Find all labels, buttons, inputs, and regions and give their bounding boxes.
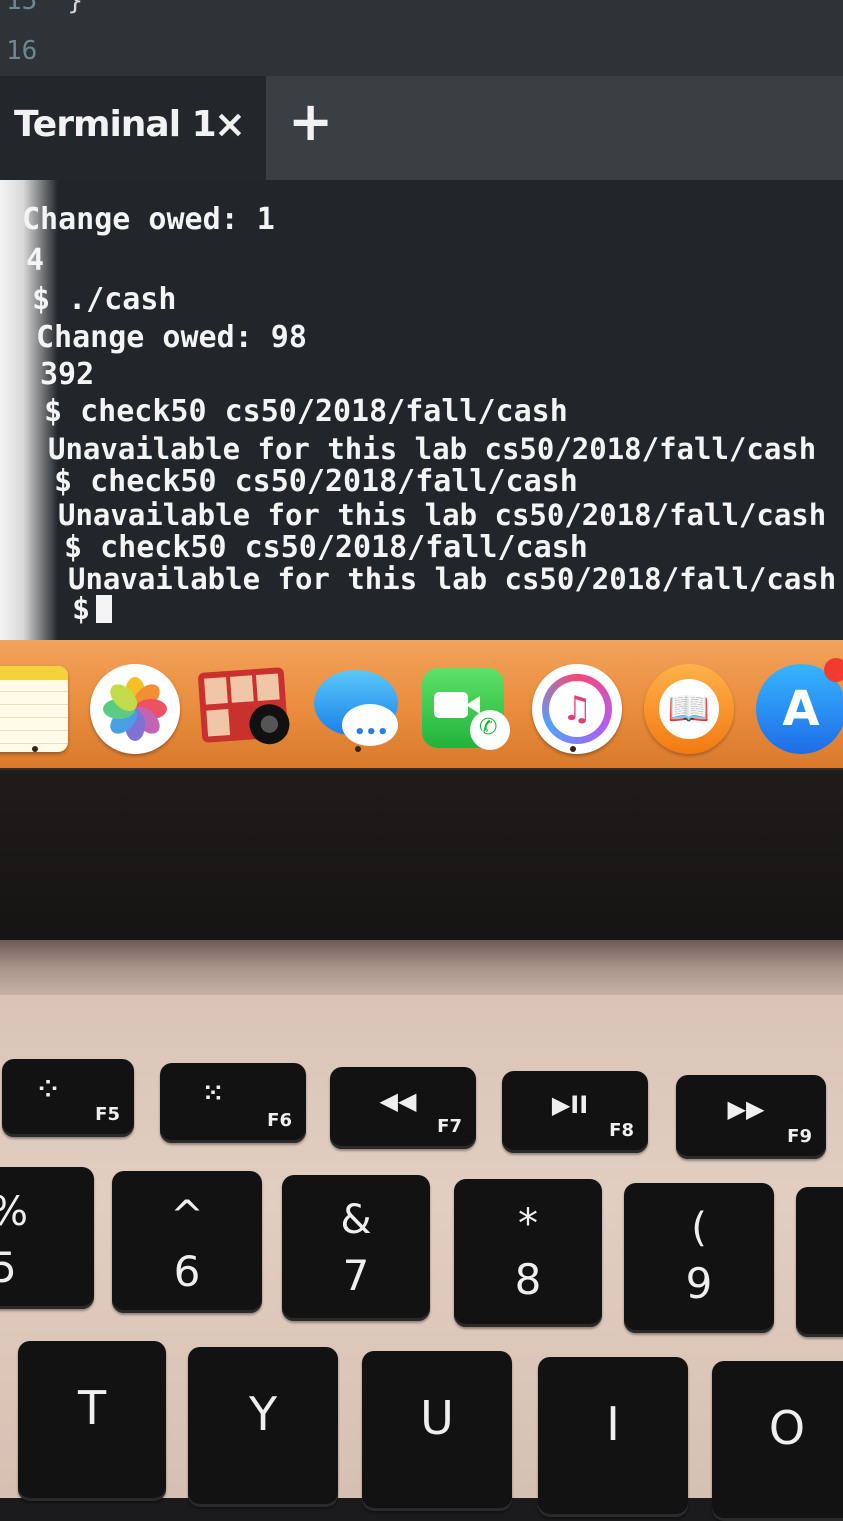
key-0-partial[interactable] <box>796 1187 843 1337</box>
key-number: 9 <box>685 1259 713 1308</box>
key-f8[interactable]: ▶II F8 <box>502 1071 648 1153</box>
photos-flower-icon <box>103 677 167 741</box>
terminal-prompt[interactable]: $ <box>72 592 113 627</box>
key-number: 6 <box>173 1247 201 1296</box>
key-letter: T <box>77 1381 107 1435</box>
key-label: F7 <box>437 1116 462 1137</box>
itunes-icon[interactable]: ♫ <box>532 664 622 754</box>
brightness-down-icon: ⁘ <box>37 1075 59 1103</box>
key-number: 7 <box>342 1251 370 1300</box>
key-9[interactable]: ( 9 <box>624 1183 774 1333</box>
terminal-cursor <box>96 595 113 623</box>
key-letter: O <box>768 1401 806 1455</box>
fast-forward-icon: ▶▶ <box>727 1095 765 1123</box>
key-6[interactable]: ^ 6 <box>112 1171 262 1313</box>
terminal-panel[interactable]: Change owed: 1 4 $ ./cash Change owed: 9… <box>0 180 843 650</box>
key-number: 8 <box>514 1255 542 1304</box>
ibooks-icon[interactable]: 📖 <box>644 664 734 754</box>
key-letter: U <box>420 1391 454 1445</box>
key-label: F9 <box>787 1126 812 1147</box>
editor-line-16: 16 <box>6 36 38 66</box>
notes-icon[interactable] <box>0 666 68 752</box>
terminal-line: Change owed: 1 <box>22 202 275 237</box>
code-editor-strip: 15} 16 <box>0 0 843 78</box>
key-t[interactable]: T <box>18 1341 166 1501</box>
laptop-bezel <box>0 770 843 950</box>
terminal-line: $ check50 cs50/2018/fall/cash <box>44 394 568 429</box>
key-label: F8 <box>609 1120 634 1141</box>
photo-booth-icon[interactable] <box>197 667 291 746</box>
key-8[interactable]: * 8 <box>454 1179 602 1327</box>
running-indicator <box>32 746 38 752</box>
key-shift-symbol: ^ <box>170 1193 204 1239</box>
terminal-line: 392 <box>40 357 95 392</box>
dock: ••• ✆ ♫ 📖 A <box>0 640 843 768</box>
rewind-icon: ◀◀ <box>379 1087 417 1115</box>
play-pause-icon: ▶II <box>551 1091 589 1119</box>
terminal-tab-bar: Terminal 1 × + <box>0 76 843 180</box>
key-shift-symbol: ( <box>691 1205 707 1251</box>
notification-badge <box>824 658 843 682</box>
terminal-line: $ ./cash <box>32 282 177 317</box>
terminal-line: $ check50 cs50/2018/fall/cash <box>54 464 578 499</box>
terminal-line: Unavailable for this lab cs50/2018/fall/… <box>48 432 817 466</box>
key-f5[interactable]: ⁘ F5 <box>2 1059 134 1137</box>
app-store-icon[interactable]: A <box>756 658 843 754</box>
terminal-line: 4 <box>26 243 45 278</box>
key-f9[interactable]: ▶▶ F9 <box>676 1075 826 1159</box>
key-number: 5 <box>0 1243 17 1292</box>
key-5[interactable]: % 5 <box>0 1167 94 1309</box>
terminal-output: Change owed: 1 4 $ ./cash Change owed: 9… <box>0 180 843 650</box>
key-y[interactable]: Y <box>188 1347 338 1507</box>
key-label: F6 <box>267 1110 292 1131</box>
messages-icon[interactable]: ••• <box>312 664 402 754</box>
facetime-icon[interactable]: ✆ <box>422 668 510 750</box>
keyboard-deck: ⁘ F5 ⁙ F6 ◀◀ F7 ▶II F8 ▶▶ F9 % 5 ^ 6 & 7… <box>0 995 843 1521</box>
key-shift-symbol: & <box>340 1197 372 1243</box>
terminal-line: Unavailable for this lab cs50/2018/fall/… <box>68 562 837 596</box>
tab-label: Terminal 1 <box>14 104 217 145</box>
key-letter: Y <box>248 1387 278 1441</box>
closing-brace: } <box>67 0 83 16</box>
editor-line-15: 15} <box>6 0 83 16</box>
key-letter: I <box>606 1397 620 1451</box>
key-f7[interactable]: ◀◀ F7 <box>330 1067 476 1149</box>
key-shift-symbol: % <box>0 1189 94 1235</box>
laptop-screen: 15} 16 Terminal 1 × + Change owed: 1 4 $… <box>0 0 843 780</box>
key-o[interactable]: O <box>712 1361 843 1521</box>
key-u[interactable]: U <box>362 1351 512 1511</box>
laptop-hinge <box>0 940 843 1000</box>
key-f6[interactable]: ⁙ F6 <box>160 1063 306 1143</box>
add-tab-icon[interactable]: + <box>288 90 333 153</box>
tab-terminal-1[interactable]: Terminal 1 × <box>0 76 266 180</box>
close-icon[interactable]: × <box>214 102 246 146</box>
terminal-line: $ check50 cs50/2018/fall/cash <box>64 530 588 565</box>
key-shift-symbol: * <box>518 1201 538 1247</box>
key-label: F5 <box>95 1104 120 1125</box>
terminal-line: Unavailable for this lab cs50/2018/fall/… <box>58 498 827 532</box>
terminal-line: Change owed: 98 <box>36 320 307 355</box>
running-indicator <box>570 746 576 752</box>
brightness-up-icon: ⁙ <box>202 1079 224 1107</box>
key-7[interactable]: & 7 <box>282 1175 430 1321</box>
running-indicator <box>355 746 361 752</box>
key-i[interactable]: I <box>538 1357 688 1517</box>
photos-icon[interactable] <box>90 664 180 754</box>
